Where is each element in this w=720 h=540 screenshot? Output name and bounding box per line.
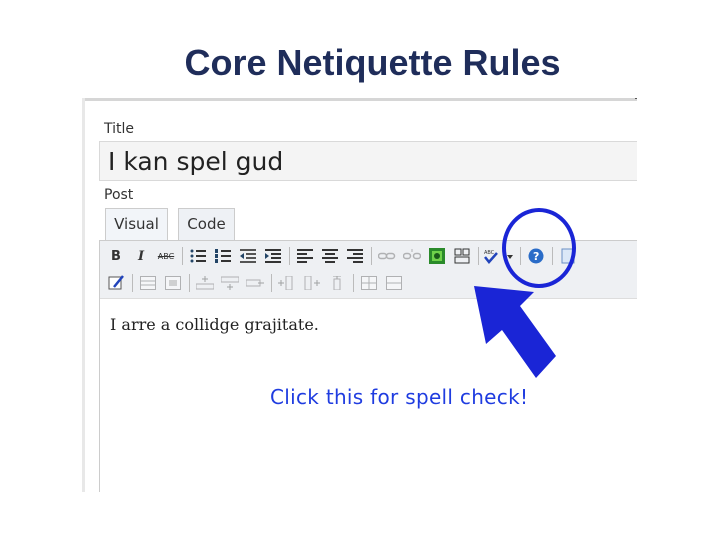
unlink-icon[interactable] xyxy=(400,245,424,267)
delete-col-icon[interactable] xyxy=(325,272,349,294)
divider xyxy=(189,274,190,292)
divider xyxy=(371,247,372,265)
link-icon[interactable] xyxy=(375,245,399,267)
title-input[interactable]: I kan spel gud xyxy=(99,141,637,181)
merge-cells-icon[interactable] xyxy=(382,272,406,294)
col-before-icon[interactable] xyxy=(275,272,299,294)
highlight-circle xyxy=(502,208,576,288)
svg-text:ABC: ABC xyxy=(484,250,495,256)
table-props-icon[interactable] xyxy=(161,272,185,294)
divider xyxy=(182,247,183,265)
divider xyxy=(82,98,637,101)
outdent-icon[interactable] xyxy=(236,245,260,267)
callout-text: Click this for spell check! xyxy=(270,385,529,409)
toolbar-row-2 xyxy=(104,270,407,296)
divider xyxy=(289,247,290,265)
col-after-icon[interactable] xyxy=(300,272,324,294)
more-tag-icon[interactable] xyxy=(450,245,474,267)
pointer-arrow-icon xyxy=(474,286,556,378)
divider xyxy=(635,98,637,99)
align-center-icon[interactable] xyxy=(318,245,342,267)
divider xyxy=(478,247,479,265)
indent-icon[interactable] xyxy=(261,245,285,267)
post-content[interactable]: I arre a collidge grajitate. xyxy=(110,315,319,334)
bullet-list-icon[interactable] xyxy=(186,245,210,267)
divider xyxy=(132,274,133,292)
split-cells-icon[interactable] xyxy=(357,272,381,294)
divider xyxy=(82,98,85,492)
tab-code[interactable]: Code xyxy=(178,208,235,240)
post-label: Post xyxy=(104,187,134,203)
format-icon[interactable] xyxy=(104,272,128,294)
title-label: Title xyxy=(104,121,135,137)
slide-title: Core Netiquette Rules xyxy=(184,42,561,83)
strikethrough-icon[interactable]: ABC xyxy=(154,245,178,267)
numbered-list-icon[interactable] xyxy=(211,245,235,267)
row-before-icon[interactable] xyxy=(193,272,217,294)
row-after-icon[interactable] xyxy=(218,272,242,294)
table-icon[interactable] xyxy=(136,272,160,294)
divider xyxy=(271,274,272,292)
editor-screenshot: Title I kan spel gud Post Visual Code B … xyxy=(82,98,637,492)
align-right-icon[interactable] xyxy=(343,245,367,267)
delete-row-icon[interactable] xyxy=(243,272,267,294)
insert-image-icon[interactable] xyxy=(425,245,449,267)
tab-visual[interactable]: Visual xyxy=(105,208,168,240)
bold-icon[interactable]: B xyxy=(104,245,128,267)
align-left-icon[interactable] xyxy=(293,245,317,267)
divider xyxy=(353,274,354,292)
italic-icon[interactable]: I xyxy=(129,245,153,267)
